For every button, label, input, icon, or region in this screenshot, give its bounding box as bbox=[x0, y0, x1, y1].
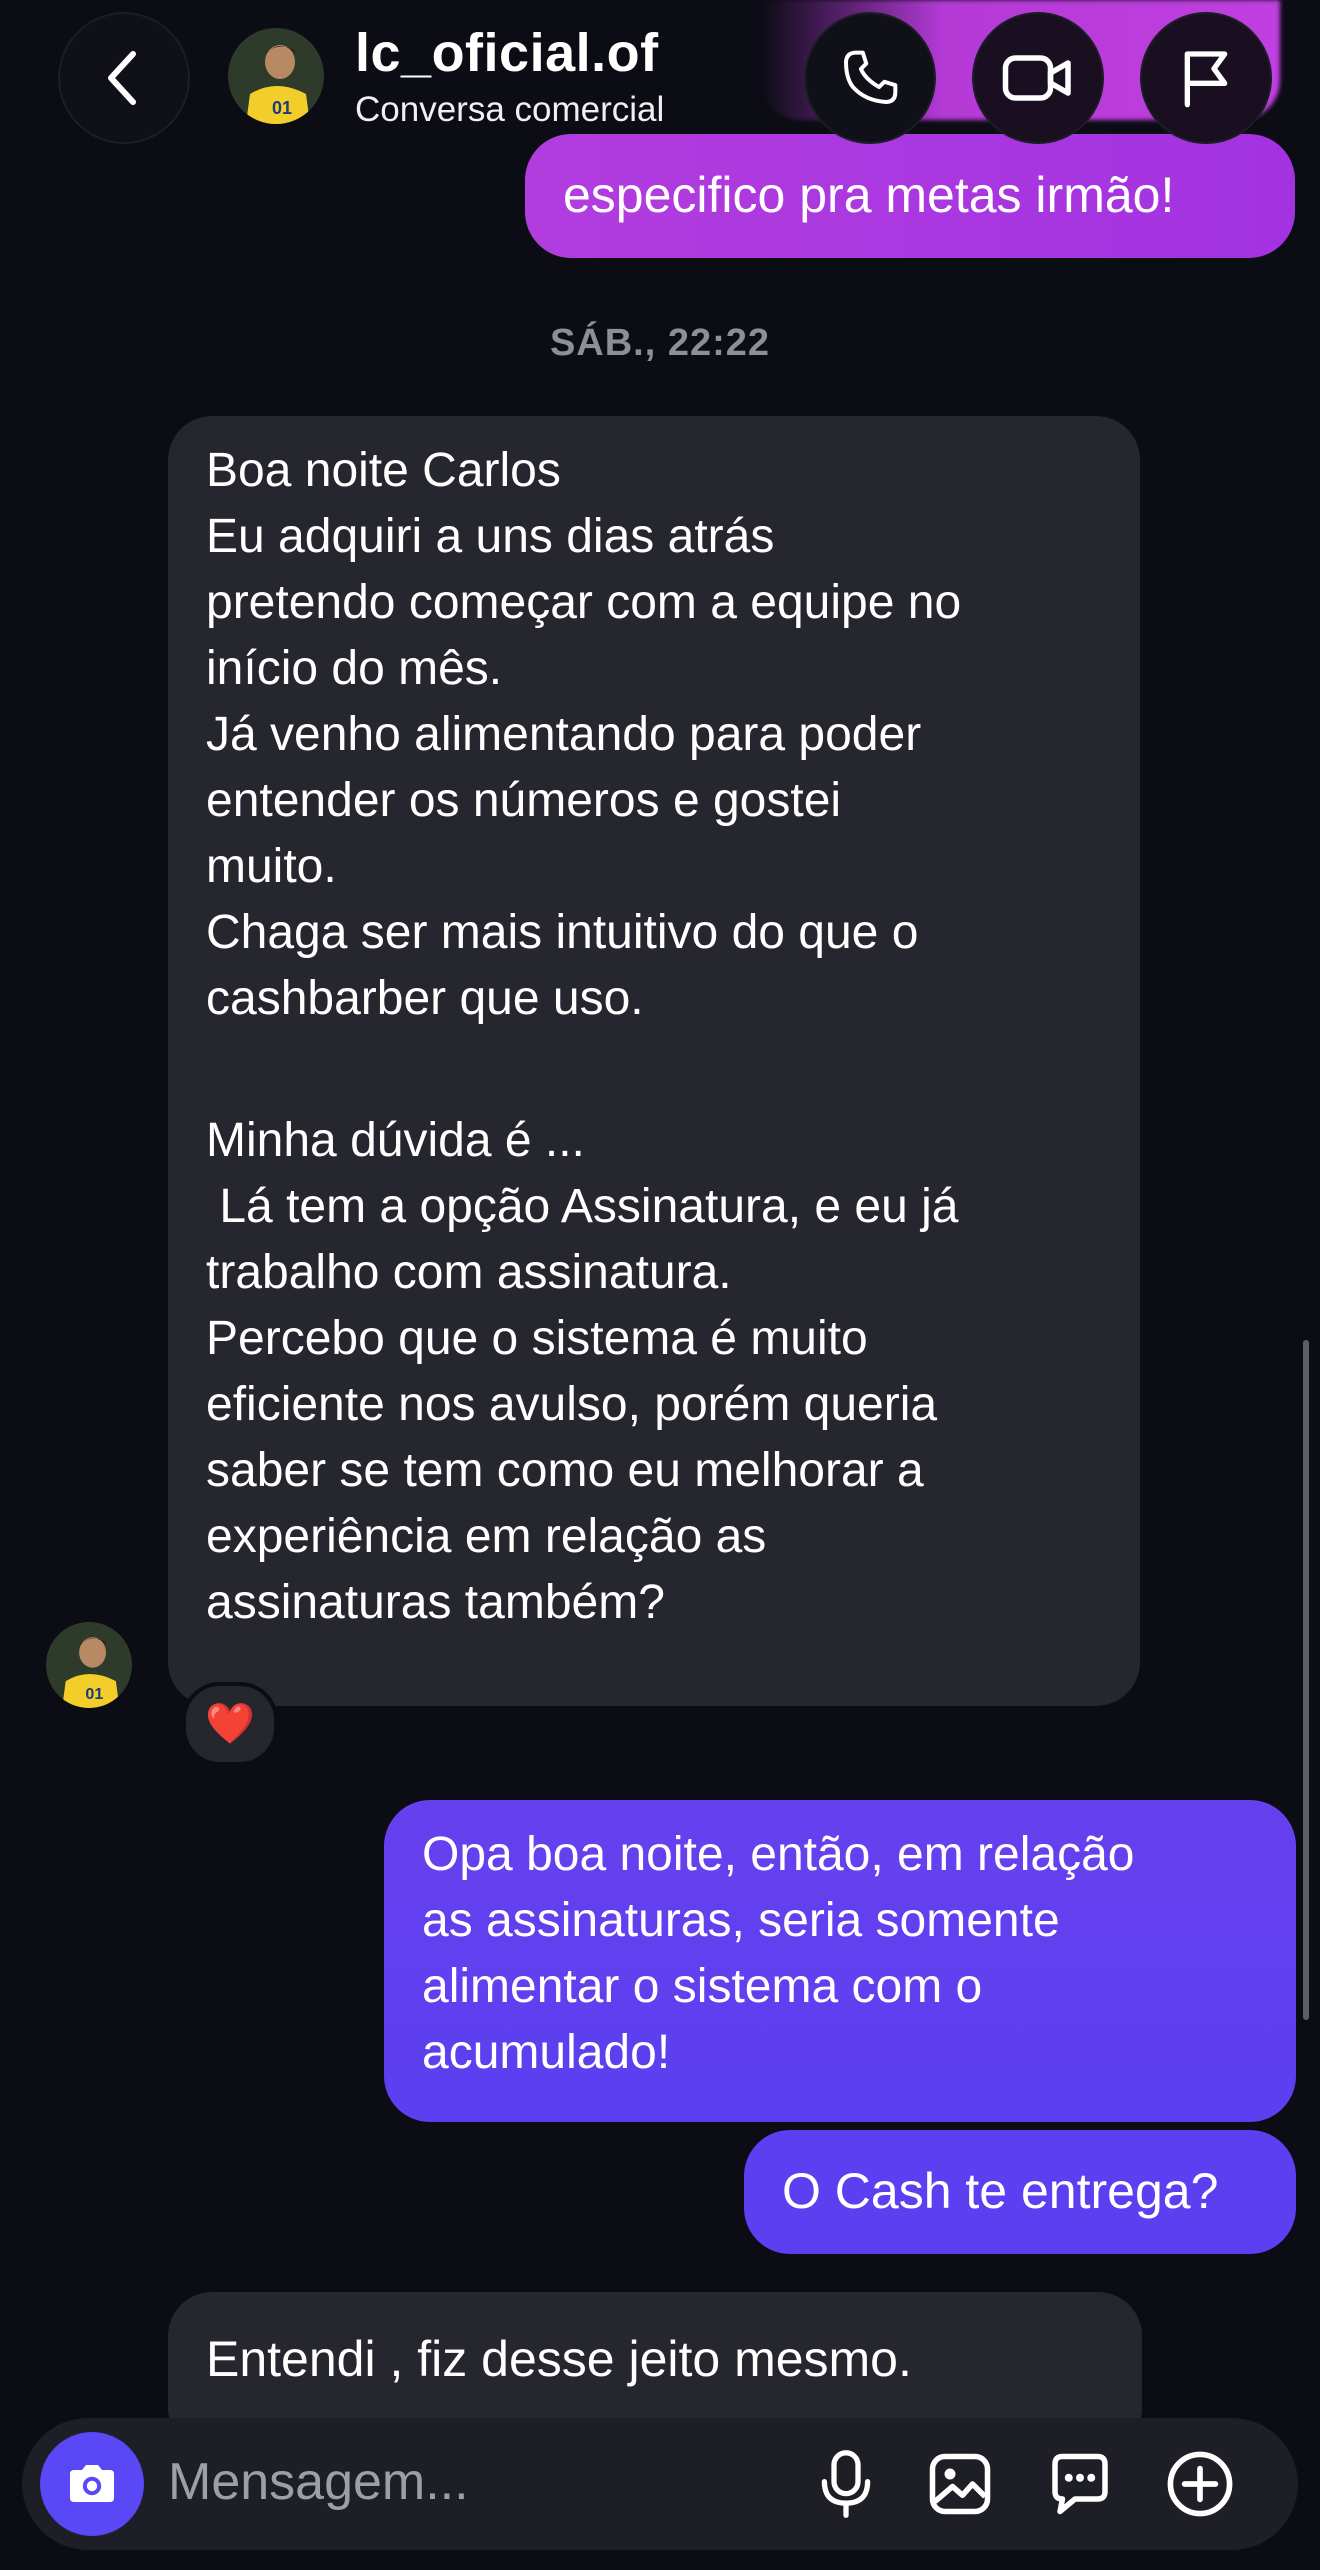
outgoing-message-top[interactable]: especifico pra metas irmão! bbox=[525, 134, 1295, 258]
heart-icon: ❤️ bbox=[205, 1702, 255, 1746]
svg-text:01: 01 bbox=[85, 1685, 103, 1703]
message-line-blank bbox=[206, 1032, 1102, 1108]
message-line: alimentar o sistema com o bbox=[422, 1960, 983, 2013]
chat-options-button[interactable] bbox=[1042, 2446, 1118, 2522]
message-line: Percebo que o sistema é muito bbox=[206, 1312, 868, 1365]
message-text: Entendi , fiz desse jeito mesmo. bbox=[206, 2331, 912, 2387]
avatar-image: 01 bbox=[228, 28, 324, 124]
flag-icon bbox=[1184, 51, 1228, 108]
message-line: muito. bbox=[206, 840, 337, 893]
message-line: pretendo começar com a equipe no bbox=[206, 576, 962, 629]
gallery-button[interactable] bbox=[922, 2446, 998, 2522]
conversation-subtitle: Conversa comercial bbox=[355, 90, 665, 129]
message-line: trabalho com assinatura. bbox=[206, 1246, 732, 1299]
message-line: Chaga ser mais intuitivo do que o bbox=[206, 906, 919, 959]
message-line: início do mês. bbox=[206, 642, 503, 695]
chat-bubble-icon bbox=[1052, 2453, 1108, 2515]
back-button[interactable] bbox=[58, 12, 190, 144]
voice-message-button[interactable] bbox=[808, 2446, 884, 2522]
message-line: eficiente nos avulso, porém queria bbox=[206, 1378, 938, 1431]
avatar-image: 01 bbox=[46, 1622, 132, 1708]
message-line: acumulado! bbox=[422, 2026, 671, 2079]
contact-avatar[interactable]: 01 bbox=[228, 28, 324, 124]
outgoing-message[interactable]: O Cash te entrega? bbox=[744, 2130, 1296, 2254]
video-camera-icon bbox=[1002, 55, 1071, 101]
message-line: cashbarber que uso. bbox=[206, 972, 644, 1025]
outgoing-message[interactable]: Opa boa noite, então, em relação as assi… bbox=[384, 1800, 1296, 2122]
message-line: Opa boa noite, então, em relação bbox=[422, 1828, 1135, 1881]
message-timestamp: SÁB., 22:22 bbox=[549, 322, 771, 364]
message-line: Eu adquiri a uns dias atrás bbox=[206, 510, 775, 563]
svg-text:01: 01 bbox=[272, 98, 292, 118]
microphone-icon bbox=[821, 2450, 871, 2518]
message-input[interactable]: Mensagem... bbox=[168, 2452, 469, 2512]
message-text: O Cash te entrega? bbox=[782, 2163, 1219, 2219]
message-line: experiência em relação as bbox=[206, 1510, 767, 1563]
message-line: Lá tem a opção Assinatura, e eu já bbox=[206, 1180, 959, 1233]
message-line: as assinaturas, seria somente bbox=[422, 1894, 1060, 1947]
chat-scrollbar[interactable] bbox=[1303, 1340, 1309, 2020]
video-call-button[interactable] bbox=[972, 12, 1104, 144]
incoming-message[interactable]: Boa noite Carlos Eu adquiri a uns dias a… bbox=[168, 416, 1140, 1706]
message-line: Já venho alimentando para poder bbox=[206, 708, 922, 761]
contact-username[interactable]: lc_oficial.of bbox=[355, 22, 659, 84]
image-icon bbox=[929, 2453, 991, 2515]
sender-avatar[interactable]: 01 bbox=[46, 1622, 132, 1708]
plus-circle-icon bbox=[1167, 2451, 1233, 2517]
message-line: saber se tem como eu melhorar a bbox=[206, 1444, 924, 1497]
camera-button[interactable] bbox=[40, 2432, 144, 2536]
add-button[interactable] bbox=[1162, 2446, 1238, 2522]
chevron-left-icon bbox=[108, 51, 136, 105]
message-line: Boa noite Carlos bbox=[206, 444, 561, 497]
message-line: entender os números e gostei bbox=[206, 774, 842, 827]
message-line: Minha dúvida é ... bbox=[206, 1114, 585, 1167]
camera-icon bbox=[70, 2465, 114, 2502]
message-line: assinaturas também? bbox=[206, 1576, 665, 1629]
call-button[interactable] bbox=[804, 12, 936, 144]
report-button[interactable] bbox=[1140, 12, 1272, 144]
heart-reaction[interactable]: ❤️ bbox=[182, 1682, 278, 1766]
phone-icon bbox=[844, 50, 898, 104]
message-text: especifico pra metas irmão! bbox=[563, 167, 1175, 223]
